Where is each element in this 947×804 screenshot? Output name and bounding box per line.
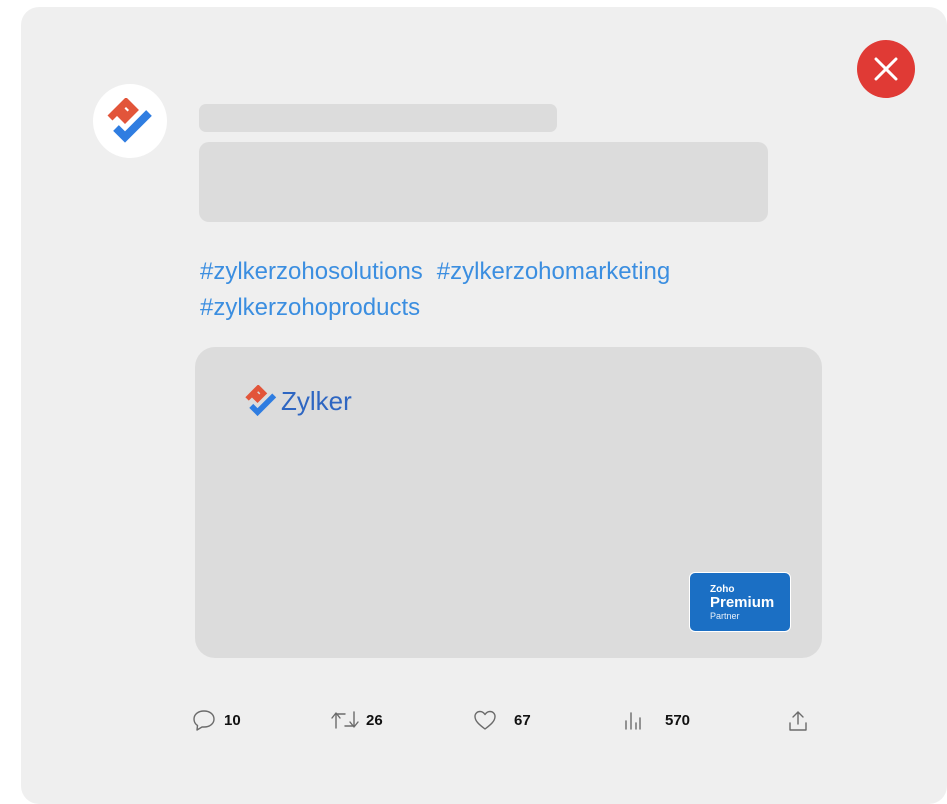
- repost-button[interactable]: 26: [330, 709, 383, 731]
- share-button[interactable]: [787, 709, 809, 733]
- views-count: 570: [665, 711, 691, 729]
- hashtag-link[interactable]: #zylkerzohomarketing: [437, 258, 670, 285]
- zylker-logo-icon: [107, 98, 152, 143]
- close-button[interactable]: [857, 40, 915, 98]
- post-text-placeholder: [199, 142, 768, 222]
- hashtag-link[interactable]: #zylkerzohoproducts: [200, 294, 420, 321]
- brand-logo: Zylker: [245, 385, 352, 417]
- zylker-logo-icon: [245, 385, 277, 417]
- repost-count: 26: [366, 711, 383, 729]
- author-name-placeholder: [199, 104, 557, 132]
- like-icon: [474, 710, 496, 730]
- views-button[interactable]: 570: [623, 709, 690, 731]
- close-icon: [874, 57, 898, 81]
- avatar[interactable]: [93, 84, 167, 158]
- like-button[interactable]: 67: [473, 709, 531, 731]
- badge-bottom-text: Partner: [710, 611, 740, 621]
- repost-icon: [331, 711, 359, 729]
- badge-middle-text: Premium: [710, 594, 775, 611]
- reply-count: 10: [224, 711, 241, 729]
- views-icon: [625, 712, 641, 730]
- hashtag-list: #zylkerzohosolutions #zylkerzohomarketing…: [200, 254, 820, 326]
- share-icon: [789, 711, 807, 731]
- like-count: 67: [514, 711, 531, 729]
- hashtag-link[interactable]: #zylkerzohosolutions: [200, 258, 423, 285]
- brand-name: Zylker: [281, 385, 352, 416]
- media-card[interactable]: Zylker Zoho Premium Partner: [195, 347, 822, 658]
- reply-icon: [193, 710, 215, 731]
- premium-partner-badge: Zoho Premium Partner: [689, 572, 791, 632]
- reply-button[interactable]: 10: [192, 709, 241, 731]
